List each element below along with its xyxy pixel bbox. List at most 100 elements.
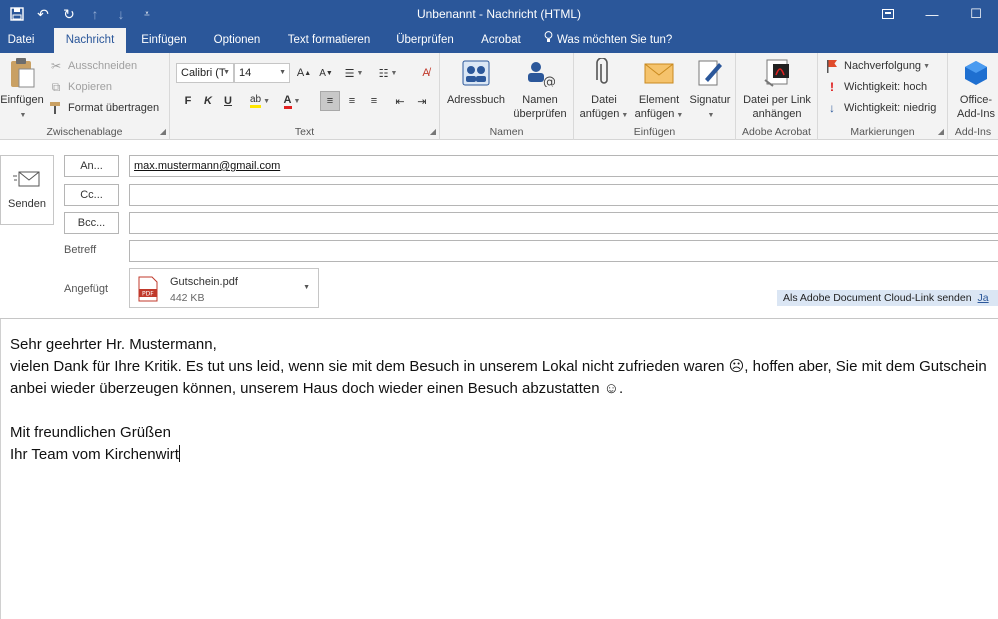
group-label-text: Text bbox=[294, 126, 315, 138]
office-addins-icon bbox=[960, 57, 992, 89]
importance-low-button[interactable]: ↓ Wichtigkeit: niedrig bbox=[824, 98, 936, 118]
maximize-icon[interactable]: ☐ bbox=[954, 0, 998, 28]
send-label: Senden bbox=[8, 198, 46, 210]
bcc-field[interactable] bbox=[129, 212, 998, 234]
bcc-button[interactable]: Bcc... bbox=[64, 212, 119, 234]
check-names-label-2: überprüfen bbox=[513, 108, 567, 120]
attachment-menu-icon[interactable]: ▼ bbox=[303, 284, 310, 291]
tab-ueberpruefen[interactable]: Überprüfen bbox=[390, 28, 460, 53]
tell-me-label: Was möchten Sie tun? bbox=[557, 34, 673, 46]
body-last-line: Ihr Team vom Kirchenwirt bbox=[10, 444, 995, 466]
tab-nachricht[interactable]: Nachricht bbox=[54, 28, 126, 53]
tab-optionen[interactable]: Optionen bbox=[206, 28, 268, 53]
tab-einfuegen[interactable]: Einfügen bbox=[134, 28, 194, 53]
font-color-button[interactable]: A ▼ bbox=[278, 91, 306, 111]
attach-file-label-2: anfügen bbox=[579, 108, 620, 120]
recipient-chip[interactable]: max.mustermann@gmail.com bbox=[134, 160, 280, 172]
group-addins: Office- Add-Ins Add-Ins bbox=[948, 53, 998, 140]
tab-datei[interactable]: Datei bbox=[0, 28, 42, 53]
paperclip-icon bbox=[588, 57, 620, 89]
highlight-button[interactable]: ab ▼ bbox=[246, 91, 274, 111]
copy-label: Kopieren bbox=[68, 81, 113, 93]
indent-icon: ⇥ bbox=[417, 95, 427, 108]
clear-formatting-button[interactable]: A̸ bbox=[416, 63, 436, 83]
signature-button[interactable]: Signatur ▼ bbox=[686, 57, 734, 123]
cut-button[interactable]: ✂ Ausschneiden bbox=[48, 56, 137, 76]
to-field[interactable]: max.mustermann@gmail.com bbox=[129, 155, 998, 177]
tab-acrobat[interactable]: Acrobat bbox=[474, 28, 528, 53]
cut-label: Ausschneiden bbox=[68, 60, 138, 72]
font-name-combo[interactable]: Calibri (T ▼ bbox=[176, 63, 234, 83]
to-button[interactable]: An... bbox=[64, 155, 119, 177]
bullets-button[interactable]: ☰ ▼ bbox=[344, 63, 364, 83]
cc-button[interactable]: Cc... bbox=[64, 184, 119, 206]
paste-button[interactable]: Einfügen ▼ bbox=[0, 57, 44, 123]
format-painter-label: Format übertragen bbox=[68, 102, 160, 114]
chevron-down-icon: ▼ bbox=[279, 69, 286, 76]
align-center-button[interactable]: ≡ bbox=[342, 91, 362, 111]
message-body[interactable]: Sehr geehrter Hr. Mustermann, vielen Dan… bbox=[10, 334, 995, 466]
tab-text-formatieren[interactable]: Text formatieren bbox=[282, 28, 376, 53]
chevron-down-icon: ▼ bbox=[676, 112, 684, 119]
group-label-include: Einfügen bbox=[633, 126, 676, 138]
align-right-button[interactable]: ≡ bbox=[364, 91, 384, 111]
address-book-icon bbox=[460, 57, 492, 89]
check-names-button[interactable]: @ Namen überprüfen bbox=[508, 57, 572, 121]
shrink-font-button[interactable]: A ▼ bbox=[316, 63, 336, 83]
cc-field[interactable] bbox=[129, 184, 998, 206]
attach-item-label-2: anfügen bbox=[634, 108, 675, 120]
send-button[interactable]: Senden bbox=[0, 155, 54, 225]
scissors-icon: ✂ bbox=[50, 59, 62, 73]
dialog-launcher-icon[interactable]: ◢ bbox=[160, 127, 166, 136]
body-left-border bbox=[0, 319, 1, 619]
envelope-icon bbox=[643, 57, 675, 89]
dialog-launcher-icon[interactable]: ◢ bbox=[430, 127, 436, 136]
font-name-value: Calibri (T bbox=[181, 67, 226, 79]
tell-me-search[interactable]: Was möchten Sie tun? bbox=[544, 28, 684, 53]
dialog-launcher-icon[interactable]: ◢ bbox=[938, 127, 944, 136]
underline-button[interactable]: U bbox=[218, 91, 238, 111]
chevron-down-icon: ▼ bbox=[923, 62, 930, 70]
ribbon-display-options-icon[interactable] bbox=[866, 0, 910, 28]
font-size-combo[interactable]: 14 ▼ bbox=[234, 63, 290, 83]
attachment-chip[interactable]: PDF Gutschein.pdf 442 KB ▼ bbox=[129, 268, 319, 308]
flag-icon bbox=[824, 58, 840, 74]
attach-file-button[interactable]: Datei anfügen ▼ bbox=[576, 57, 632, 123]
grow-font-button[interactable]: A ▲ bbox=[294, 63, 314, 83]
chevron-down-icon: ▼ bbox=[293, 97, 301, 105]
bullet-list-icon: ☰ bbox=[344, 67, 355, 80]
check-names-icon: @ bbox=[524, 57, 556, 89]
signature-icon bbox=[694, 57, 726, 89]
bold-button[interactable]: F bbox=[178, 91, 198, 111]
group-label-addins: Add-Ins bbox=[954, 126, 992, 138]
align-left-button[interactable]: ≡ bbox=[320, 91, 340, 111]
minimize-icon[interactable]: — bbox=[910, 0, 954, 28]
attach-item-button[interactable]: Element anfügen ▼ bbox=[632, 57, 686, 123]
align-right-icon: ≡ bbox=[370, 95, 378, 107]
group-label-tags: Markierungen bbox=[850, 126, 915, 138]
outdent-icon: ⇤ bbox=[395, 95, 405, 108]
office-addins-button[interactable]: Office- Add-Ins bbox=[948, 57, 998, 121]
window-controls: — ☐ bbox=[866, 0, 998, 28]
format-painter-button[interactable]: Format übertragen bbox=[48, 98, 159, 118]
subject-field[interactable] bbox=[129, 240, 998, 262]
cloud-link-yes[interactable]: Ja bbox=[978, 292, 989, 304]
attachment-name: Gutschein.pdf bbox=[170, 276, 238, 288]
office-addins-label-2: Add-Ins bbox=[957, 108, 995, 120]
attach-by-link-button[interactable]: Datei per Link anhängen bbox=[736, 57, 818, 121]
importance-high-button[interactable]: ! Wichtigkeit: hoch bbox=[824, 77, 927, 97]
attachment-size: 442 KB bbox=[170, 292, 205, 304]
numbering-button[interactable]: ☷ ▼ bbox=[378, 63, 398, 83]
decrease-indent-button[interactable]: ⇤ bbox=[390, 91, 410, 111]
italic-button[interactable]: K bbox=[198, 91, 218, 111]
group-include: Datei anfügen ▼ Element anfügen ▼ Signatur… bbox=[574, 53, 736, 140]
group-label-clipboard: Zwischenablage bbox=[46, 126, 123, 138]
window-title: Unbenannt - Nachricht (HTML) bbox=[416, 7, 582, 21]
increase-indent-button[interactable]: ⇥ bbox=[412, 91, 432, 111]
lightbulb-icon bbox=[544, 28, 553, 53]
group-names: Adressbuch @ Namen überprüfen Namen bbox=[440, 53, 574, 140]
chevron-down-icon: ▼ bbox=[356, 69, 364, 77]
follow-up-button[interactable]: Nachverfolgung ▼ bbox=[824, 56, 930, 76]
copy-button[interactable]: ⧉ Kopieren bbox=[48, 77, 112, 97]
address-book-button[interactable]: Adressbuch bbox=[444, 57, 508, 107]
